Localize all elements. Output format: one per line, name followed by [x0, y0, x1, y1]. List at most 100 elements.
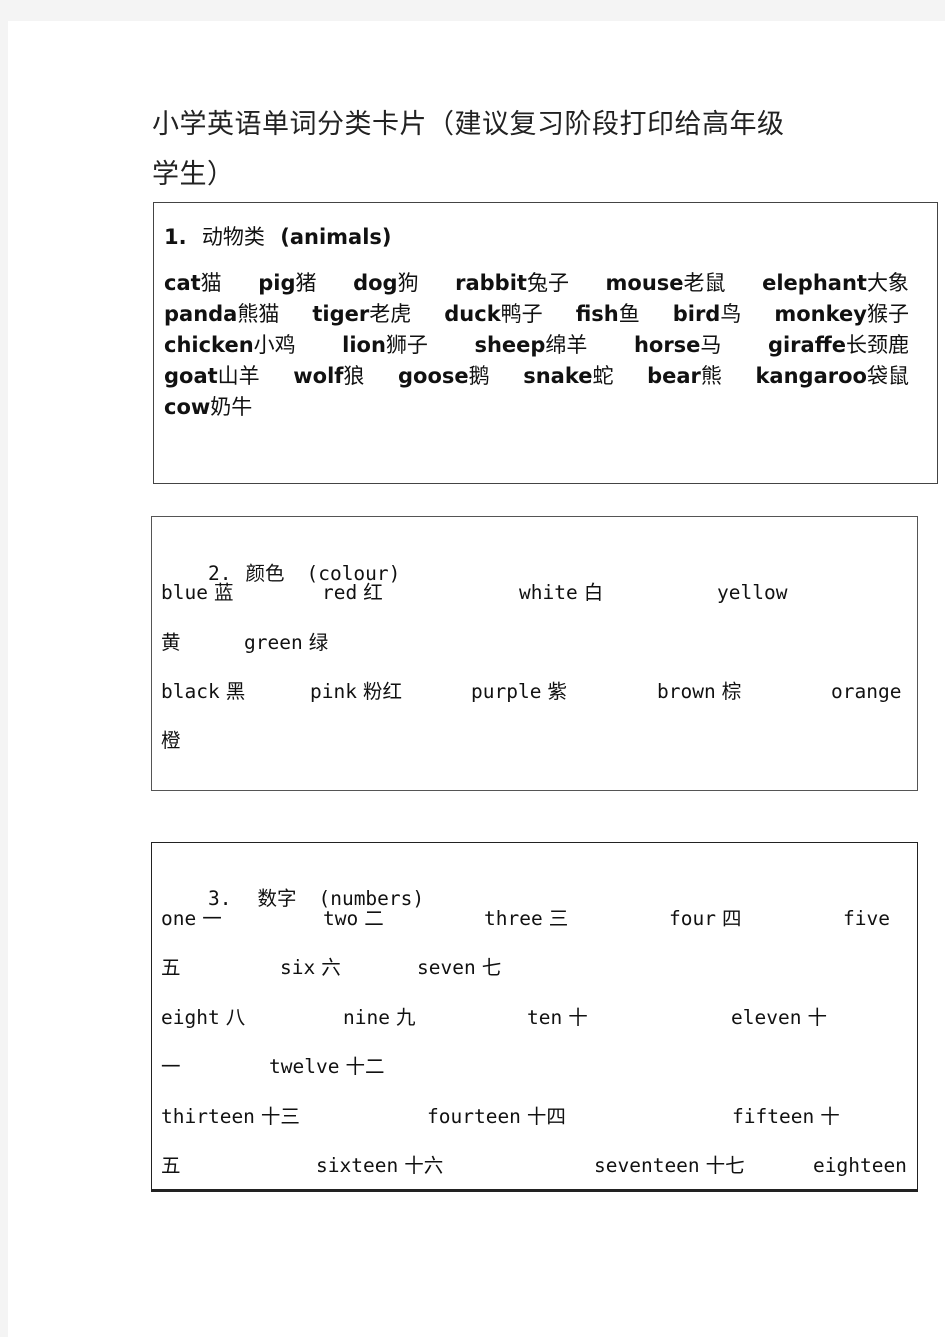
- vocab-chinese: 蓝: [213, 581, 234, 604]
- vocab-english: goose: [398, 364, 469, 388]
- vocab-item: nine 九: [343, 1003, 415, 1033]
- animals-heading-number: 1.: [164, 225, 187, 249]
- vocab-chinese: 猫: [200, 271, 222, 295]
- vocab-item: sixteen 十六: [316, 1151, 443, 1181]
- vocab-english: yellow: [717, 581, 788, 604]
- vocab-chinese: 十六: [404, 1154, 444, 1177]
- vocab-item: duck鸭子: [444, 298, 542, 329]
- vocab-english: cat: [164, 271, 201, 295]
- vocab-chinese: 山羊: [217, 364, 260, 388]
- animals-row: cat猫 pig猪 dog狗 rabbit兔子 mouse老鼠 elephant大象: [164, 267, 909, 298]
- vocab-english: dog: [353, 271, 398, 295]
- vocab-chinese: 绿: [308, 631, 329, 654]
- vocab-chinese: 三: [548, 907, 569, 930]
- vocab-english: lion: [342, 333, 386, 357]
- vocab-chinese: 鸭子: [500, 302, 543, 326]
- vocab-chinese: 白: [583, 581, 604, 604]
- vocab-english: six: [280, 956, 316, 979]
- document-title-line-2: 学生）: [152, 159, 235, 190]
- animals-row: goat山羊 wolf狼 goose鹅 snake蛇 bear熊 kangaroo袋鼠: [164, 360, 909, 391]
- vocab-chinese: 狗: [397, 271, 419, 295]
- vocab-chinese: 一: [202, 907, 222, 930]
- vocab-item: green 绿: [244, 628, 328, 658]
- vocab-english: blue: [161, 581, 208, 604]
- vocab-english: cow: [164, 395, 211, 419]
- vocab-item: orange: [831, 677, 901, 707]
- numbers-card: 3. 数字 (numbers) one 一 two 二 three 三 four 四 five 五 si…: [151, 842, 918, 1192]
- vocab-english: fish: [575, 302, 619, 326]
- vocab-item: eighteen: [813, 1151, 907, 1181]
- vocab-chinese: 十四: [526, 1105, 566, 1128]
- vocab-chinese: 猪: [295, 271, 317, 295]
- vocab-item: chicken小鸡: [164, 329, 296, 360]
- vocab-english: wolf: [293, 364, 344, 388]
- vocab-item: 一: [161, 1052, 181, 1082]
- vocab-chinese: 紫: [547, 680, 567, 703]
- vocab-item: sheep绵羊: [474, 329, 587, 360]
- vocab-chinese: 棕: [721, 680, 742, 703]
- vocab-item: two 二: [323, 904, 384, 934]
- vocab-chinese: 鹅: [468, 364, 490, 388]
- vocab-english: rabbit: [455, 271, 527, 295]
- vocab-item: seventeen 十七: [594, 1151, 745, 1181]
- vocab-item: eleven 十: [731, 1003, 827, 1033]
- vocab-english: seventeen: [594, 1154, 700, 1177]
- vocab-chinese: 鱼: [618, 302, 640, 326]
- vocab-chinese: 十: [820, 1105, 840, 1128]
- animals-heading-cn: 动物类: [201, 225, 265, 249]
- vocab-english: four: [669, 907, 716, 930]
- vocab-chinese: 长颈鹿: [845, 333, 909, 357]
- vocab-chinese: 十七: [705, 1154, 745, 1177]
- vocab-english: bird: [672, 302, 721, 326]
- vocab-item: yellow: [717, 578, 787, 608]
- vocab-item: pink 粉红: [310, 677, 402, 707]
- vocab-item: panda熊猫: [164, 298, 279, 329]
- vocab-item: monkey猴子: [774, 298, 909, 329]
- vocab-item: bear熊: [647, 360, 722, 391]
- vocab-chinese: 熊: [700, 364, 722, 388]
- vocab-item: fourteen 十四: [427, 1102, 566, 1132]
- numbers-line: thirteen 十三 fourteen 十四 fifteen 十: [161, 1102, 905, 1132]
- vocab-chinese: 蛇: [592, 364, 614, 388]
- vocab-english: goat: [164, 364, 218, 388]
- vocab-english: chicken: [164, 333, 254, 357]
- animals-heading-en: (animals): [280, 225, 392, 249]
- numbers-line: 五 six 六 seven 七: [161, 953, 905, 983]
- vocab-chinese: 老虎: [369, 302, 412, 326]
- vocab-english: elephant: [762, 271, 867, 295]
- vocab-item: three 三: [484, 904, 568, 934]
- vocab-item: eight 八: [161, 1003, 245, 1033]
- vocab-english: thirteen: [161, 1105, 255, 1128]
- colour-line: 黄 green 绿: [161, 628, 905, 658]
- colour-line: black 黑 pink 粉红 purple 紫 brown 棕 orange: [161, 677, 905, 707]
- vocab-item: white 白: [519, 578, 603, 608]
- vocab-item: red 红: [322, 578, 383, 608]
- vocab-item: five: [843, 904, 890, 934]
- vocab-chinese: 猴子: [866, 302, 909, 326]
- vocab-english: horse: [633, 333, 701, 357]
- vocab-chinese: 二: [364, 907, 384, 930]
- vocab-item: brown 棕: [657, 677, 741, 707]
- vocab-chinese: 熊猫: [237, 302, 280, 326]
- vocab-item: ten 十: [527, 1003, 588, 1033]
- vocab-item: kangaroo袋鼠: [755, 360, 909, 391]
- vocab-chinese: 粉红: [362, 680, 402, 703]
- vocab-chinese: 鸟: [720, 302, 742, 326]
- vocab-item: lion狮子: [342, 329, 428, 360]
- colour-heading: 2. 颜色 (colour): [161, 529, 905, 585]
- vocab-chinese: 四: [721, 907, 742, 930]
- vocab-chinese: 红: [363, 581, 383, 604]
- vocab-chinese: 一: [161, 1055, 181, 1078]
- vocab-english: five: [843, 907, 890, 930]
- vocab-chinese: 十二: [345, 1055, 385, 1078]
- vocab-item: fifteen 十: [732, 1102, 840, 1132]
- animals-row: panda熊猫 tiger老虎 duck鸭子 fish鱼 bird鸟 monkey猴子: [164, 298, 909, 329]
- vocab-item: 黄: [161, 628, 181, 658]
- numbers-line: eight 八 nine 九 ten 十 eleven 十: [161, 1003, 905, 1033]
- colour-line: blue 蓝 red 红 white 白 yellow: [161, 578, 905, 608]
- vocab-english: giraffe: [767, 333, 846, 357]
- vocab-english: mouse: [605, 271, 684, 295]
- vocab-english: pink: [310, 680, 357, 703]
- vocab-english: eighteen: [813, 1154, 907, 1177]
- vocab-chinese: 老鼠: [683, 271, 726, 295]
